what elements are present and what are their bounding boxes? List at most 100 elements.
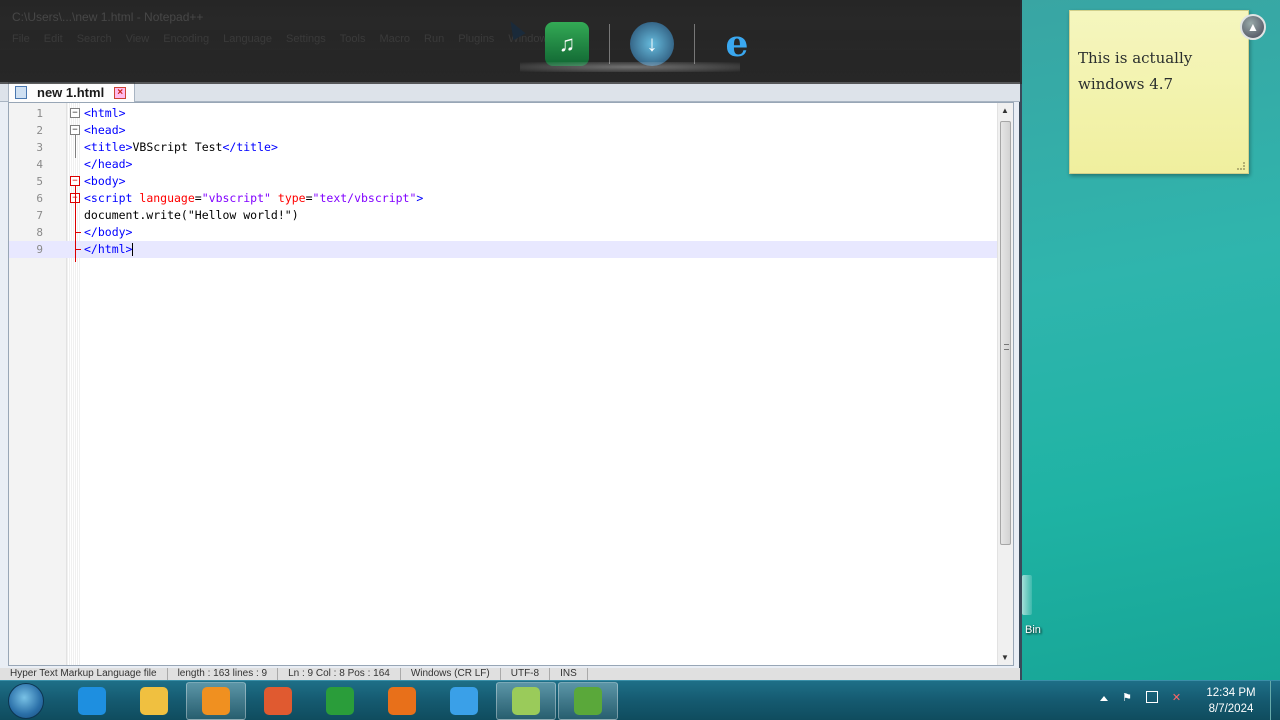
code-token: </body> bbox=[84, 225, 133, 239]
clock-date: 8/7/2024 bbox=[1208, 703, 1254, 715]
sticky-note[interactable]: This is actually windows 4.7 bbox=[1069, 10, 1249, 174]
scroll-thumb[interactable] bbox=[1000, 121, 1011, 545]
file-explorer-icon bbox=[140, 687, 168, 715]
music-converter-icon[interactable]: ♫ bbox=[545, 22, 589, 66]
internet-explorer-icon bbox=[78, 687, 106, 715]
code-token: <script bbox=[84, 191, 140, 205]
code-line[interactable]: 6−<script language="vbscript" type="text… bbox=[9, 190, 999, 207]
code-line[interactable]: 5 − <body> bbox=[9, 173, 999, 190]
menu-item[interactable]: Edit bbox=[44, 33, 63, 47]
code-line[interactable]: 3 <title>VBScript Test</title> bbox=[9, 139, 999, 156]
menu-item[interactable]: Language bbox=[223, 33, 272, 47]
code-token: <head> bbox=[84, 123, 126, 137]
recycle-bin-icon[interactable] bbox=[1022, 575, 1032, 615]
menu-item[interactable]: Encoding bbox=[163, 33, 209, 47]
close-x-icon[interactable]: × bbox=[114, 86, 127, 99]
vertical-scrollbar[interactable]: ▲ ▼ bbox=[997, 103, 1013, 665]
code-line[interactable]: 4 </head> bbox=[9, 156, 999, 173]
taskbar-button[interactable] bbox=[434, 682, 494, 720]
gadget-menu-icon[interactable]: ▲ bbox=[1240, 14, 1266, 40]
tab-label: new 1.html bbox=[37, 84, 105, 100]
code-line[interactable]: 1 − <html> bbox=[9, 105, 999, 122]
code-text: <script language="vbscript" type="text/v… bbox=[84, 190, 423, 207]
fold-toggle-icon[interactable]: − bbox=[70, 108, 80, 118]
taskbar-apps bbox=[62, 682, 618, 720]
text-caret bbox=[132, 243, 134, 256]
status-file-type: Hyper Text Markup Language file bbox=[0, 668, 168, 680]
bird-app-icon bbox=[450, 687, 478, 715]
code-token: VBScript Test bbox=[132, 140, 223, 154]
line-number: 7 bbox=[36, 209, 43, 222]
code-token: <title> bbox=[84, 140, 133, 154]
code-text: <title>VBScript Test</title> bbox=[84, 139, 278, 156]
toolbar bbox=[0, 50, 1020, 82]
show-desktop-button[interactable] bbox=[1270, 681, 1280, 720]
taskbar-button[interactable] bbox=[310, 682, 370, 720]
code-text: <head> bbox=[84, 122, 126, 139]
menu-item[interactable]: Tools bbox=[340, 33, 366, 47]
code-line[interactable]: 8 </body> bbox=[9, 224, 999, 241]
clock[interactable]: 12:34 PM 8/7/2024 bbox=[1196, 685, 1266, 717]
recycle-bin-label[interactable]: Bin bbox=[1025, 624, 1041, 636]
network-icon[interactable] bbox=[1145, 691, 1158, 703]
taskbar-button[interactable] bbox=[124, 682, 184, 720]
status-mode: INS bbox=[550, 668, 588, 680]
globe-download-icon[interactable]: ↓ bbox=[630, 22, 674, 66]
code-lines[interactable]: 1− <html> 2− <head> 3 <title>VBScript Test</t… bbox=[9, 105, 999, 258]
menu-item[interactable]: File bbox=[12, 33, 30, 47]
menu-item[interactable]: Search bbox=[77, 33, 112, 47]
code-line[interactable]: 9 </html> bbox=[9, 241, 999, 258]
internet-explorer-icon[interactable]: e bbox=[715, 22, 759, 66]
resize-grip-icon[interactable] bbox=[1237, 162, 1245, 170]
taskbar-button[interactable] bbox=[186, 682, 246, 720]
clock-time: 12:34 PM bbox=[1206, 687, 1256, 699]
fold-guide bbox=[75, 186, 76, 262]
code-line[interactable]: 7 document.write("Hellow world!") bbox=[9, 207, 999, 224]
scroll-down-icon[interactable]: ▼ bbox=[1001, 653, 1009, 662]
code-token: type bbox=[277, 191, 306, 205]
fold-end-marker bbox=[75, 249, 81, 250]
menu-item[interactable]: Run bbox=[424, 33, 444, 47]
code-token: "text/vbscript" bbox=[312, 191, 417, 205]
code-token: document.write("Hellow world!") bbox=[84, 208, 299, 222]
code-token: </html> bbox=[84, 242, 133, 256]
taskbar-button[interactable] bbox=[372, 682, 432, 720]
folder-app-icon bbox=[512, 687, 540, 715]
fold-toggle-icon[interactable]: − bbox=[70, 125, 80, 135]
status-position: Ln : 9 Col : 8 Pos : 164 bbox=[278, 668, 401, 680]
line-number: 3 bbox=[36, 141, 43, 154]
menu-item[interactable]: View bbox=[126, 33, 150, 47]
fold-toggle-icon[interactable]: − bbox=[70, 176, 80, 186]
sticky-note-text[interactable]: This is actually windows 4.7 bbox=[1078, 49, 1192, 93]
volume-muted-icon[interactable]: ✕ bbox=[1172, 691, 1181, 704]
tray-expand-icon[interactable] bbox=[1100, 696, 1108, 701]
status-length: length : 163 lines : 9 bbox=[168, 668, 279, 680]
menu-item[interactable]: Macro bbox=[379, 33, 410, 47]
firefox-icon bbox=[388, 687, 416, 715]
menu-item[interactable]: Settings bbox=[286, 33, 326, 47]
code-text: document.write("Hellow world!") bbox=[84, 207, 299, 224]
code-token: <html> bbox=[84, 106, 126, 120]
code-token: = bbox=[194, 191, 202, 205]
code-token: = bbox=[305, 191, 313, 205]
code-text: <html> bbox=[84, 105, 126, 122]
start-button[interactable] bbox=[8, 683, 44, 719]
taskbar-button[interactable] bbox=[558, 682, 618, 720]
code-token: <body> bbox=[84, 174, 126, 188]
scroll-up-icon[interactable]: ▲ bbox=[1001, 106, 1009, 115]
line-number: 9 bbox=[36, 243, 43, 256]
notepadpp-window: C:\Users\...\new 1.html - Notepad++ File… bbox=[0, 0, 1022, 680]
taskbar-button[interactable] bbox=[496, 682, 556, 720]
code-token: </head> bbox=[84, 157, 133, 171]
line-number: 2 bbox=[36, 124, 43, 137]
tab-new-1-html[interactable]: new 1.html × bbox=[8, 82, 136, 102]
taskbar-button[interactable] bbox=[248, 682, 308, 720]
menu-item[interactable]: Plugins bbox=[458, 33, 494, 47]
tab-strip: new 1.html × bbox=[0, 82, 1020, 102]
code-line[interactable]: 2 − <head> bbox=[9, 122, 999, 139]
document-icon bbox=[15, 86, 27, 99]
taskbar-button[interactable] bbox=[62, 682, 122, 720]
code-editor[interactable]: 1− <html> 2− <head> 3 <title>VBScript Test</t… bbox=[8, 102, 1014, 666]
flag-icon[interactable]: ⚑ bbox=[1122, 691, 1132, 704]
